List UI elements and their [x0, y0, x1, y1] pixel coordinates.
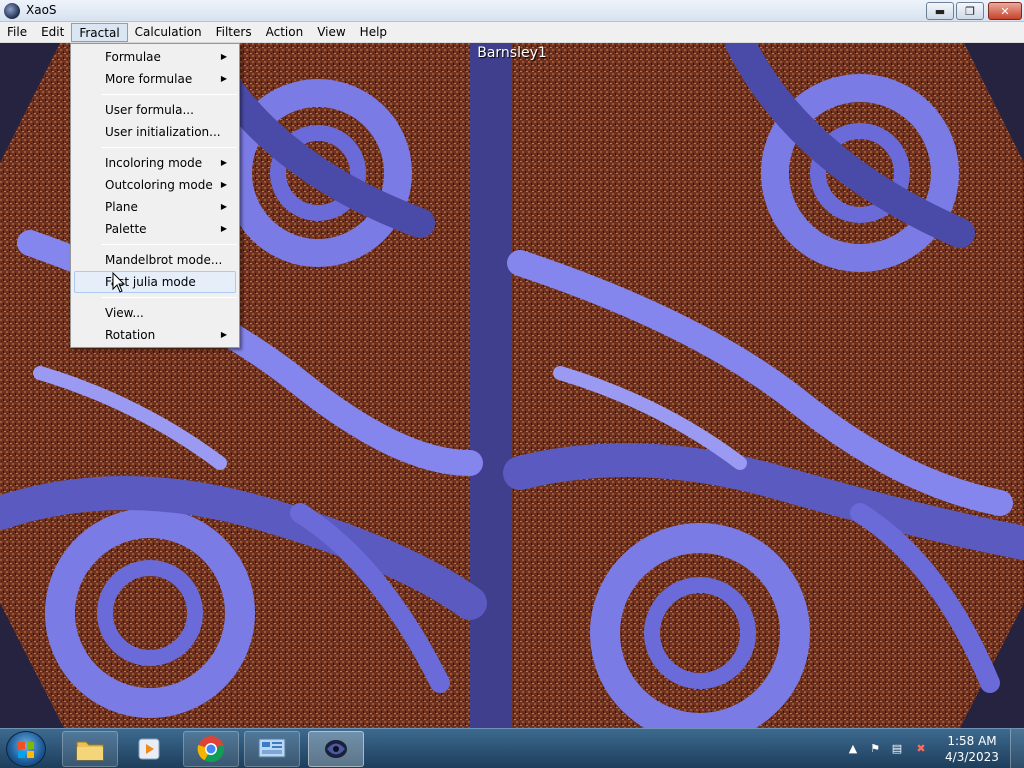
minimize-button[interactable]: ▬ [926, 2, 954, 20]
menu-separator [101, 244, 237, 245]
minimize-icon: ▬ [934, 4, 946, 18]
menu-item-view[interactable]: View... [71, 302, 239, 324]
title-bar: XaoS ▬ ❐ ✕ [0, 0, 1024, 22]
menu-item-user-initialization[interactable]: User initialization... [71, 121, 239, 143]
network-icon[interactable]: ▤ [890, 742, 904, 756]
menu-calculation[interactable]: Calculation [128, 23, 209, 42]
menu-filters[interactable]: Filters [209, 23, 259, 42]
menu-item-more-formulae[interactable]: More formulae ▶ [71, 68, 239, 90]
menu-item-outcoloring-mode[interactable]: Outcoloring mode ▶ [71, 174, 239, 196]
action-center-flag-icon[interactable]: ⚑ [868, 742, 882, 756]
xaos-icon [325, 740, 347, 758]
taskbar: ▲ ⚑ ▤ ✖ 1:58 AM 4/3/2023 [0, 728, 1024, 768]
submenu-arrow-icon: ▶ [220, 158, 227, 167]
taskbar-control-panel-button[interactable] [244, 731, 300, 767]
taskbar-chrome-button[interactable] [183, 731, 239, 767]
folder-icon [76, 741, 104, 761]
menu-view[interactable]: View [310, 23, 352, 42]
chrome-icon [197, 736, 224, 763]
show-desktop-button[interactable] [1010, 729, 1024, 768]
fractal-menu-dropdown: Formulae ▶ More formulae ▶ User formula...… [70, 43, 240, 348]
menu-item-plane[interactable]: Plane ▶ [71, 196, 239, 218]
menu-file[interactable]: File [0, 23, 34, 42]
menu-item-user-formula[interactable]: User formula... [71, 99, 239, 121]
close-icon: ✕ [1000, 4, 1010, 18]
menu-fractal[interactable]: Fractal [71, 22, 128, 42]
menu-separator [101, 147, 237, 148]
submenu-arrow-icon: ▶ [220, 180, 227, 189]
media-player-icon [138, 738, 160, 760]
windows-logo-icon [18, 742, 34, 758]
clock-time[interactable]: 1:58 AM [940, 734, 1004, 748]
taskbar-xaos-button[interactable] [308, 731, 364, 767]
taskbar-media-player-button[interactable] [122, 731, 178, 767]
mouse-cursor-icon [112, 272, 126, 293]
clock-date[interactable]: 4/3/2023 [940, 750, 1004, 764]
submenu-arrow-icon: ▶ [220, 330, 227, 339]
menu-item-mandelbrot-mode[interactable]: Mandelbrot mode... [71, 249, 239, 271]
taskbar-explorer-button[interactable] [62, 731, 118, 767]
maximize-icon: ❐ [965, 4, 975, 18]
menu-action[interactable]: Action [259, 23, 311, 42]
window-title: XaoS [26, 3, 57, 17]
close-button[interactable]: ✕ [988, 2, 1022, 20]
submenu-arrow-icon: ▶ [220, 52, 227, 61]
menu-help[interactable]: Help [353, 23, 394, 42]
xaos-app-icon[interactable] [4, 3, 20, 19]
volume-muted-icon[interactable]: ✖ [914, 742, 928, 756]
menu-item-fast-julia-mode[interactable]: Fast julia mode [74, 271, 236, 293]
show-hidden-icons-icon[interactable]: ▲ [846, 742, 860, 756]
maximize-button[interactable]: ❐ [956, 2, 984, 20]
menu-item-rotation[interactable]: Rotation ▶ [71, 324, 239, 346]
control-panel-icon [258, 738, 286, 758]
menu-item-formulae[interactable]: Formulae ▶ [71, 46, 239, 68]
submenu-arrow-icon: ▶ [220, 224, 227, 233]
menu-item-palette[interactable]: Palette ▶ [71, 218, 239, 240]
menu-separator [101, 94, 237, 95]
menu-edit[interactable]: Edit [34, 23, 71, 42]
menu-bar: File Edit Fractal Calculation Filters Ac… [0, 22, 1024, 43]
submenu-arrow-icon: ▶ [220, 202, 227, 211]
menu-separator [101, 297, 237, 298]
start-button[interactable] [6, 731, 46, 767]
menu-item-incoloring-mode[interactable]: Incoloring mode ▶ [71, 152, 239, 174]
submenu-arrow-icon: ▶ [220, 74, 227, 83]
